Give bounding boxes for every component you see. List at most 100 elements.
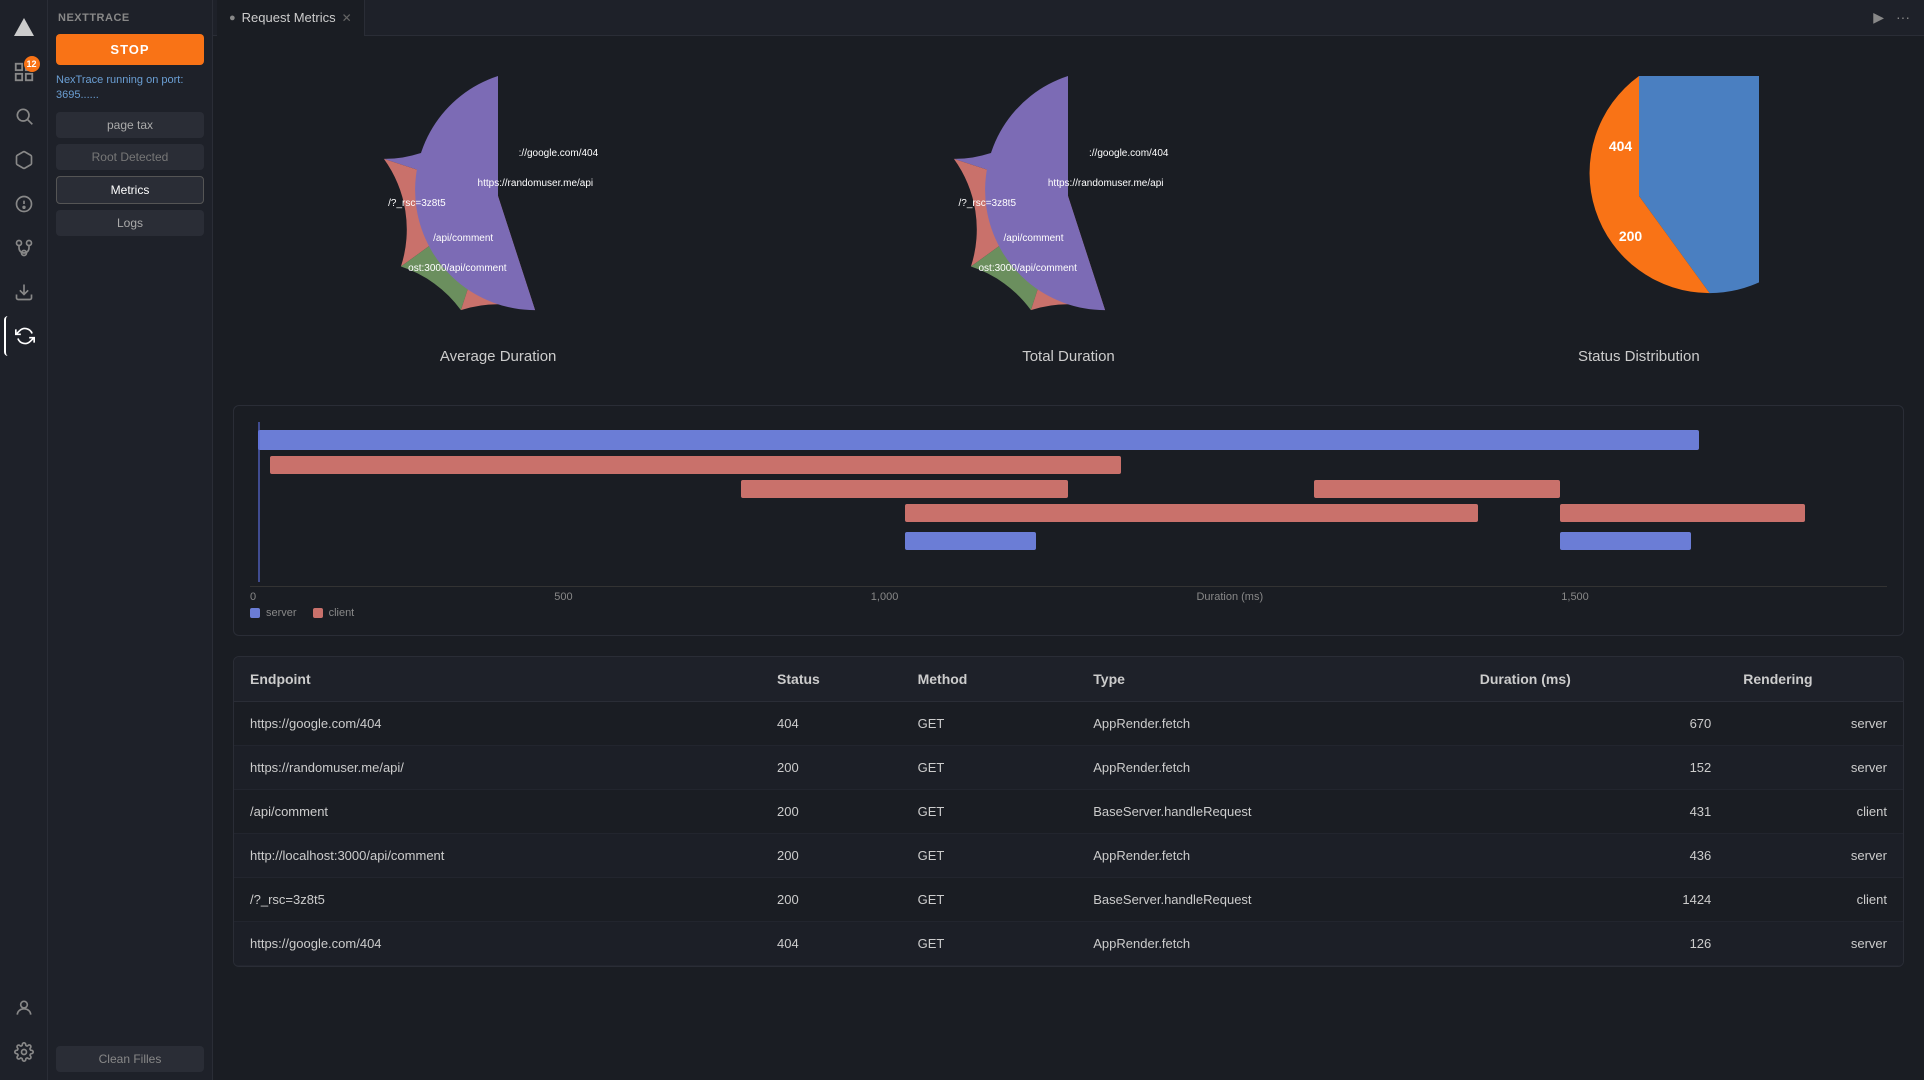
timeline-axis-line (258, 422, 260, 582)
legend-server-dot (250, 608, 260, 618)
table-row[interactable]: https://google.com/404 404 GET AppRender… (234, 702, 1903, 746)
axis-unit: Duration (ms) (1196, 591, 1263, 603)
cell-status: 200 (761, 790, 902, 834)
cell-rendering: server (1727, 702, 1903, 746)
header-method: Method (902, 657, 1078, 702)
cell-rendering: server (1727, 746, 1903, 790)
legend-client-dot (313, 608, 323, 618)
activity-bar-bottom (4, 988, 44, 1072)
root-detected-button[interactable]: Root Detected (56, 144, 204, 170)
cell-endpoint: /api/comment (234, 790, 761, 834)
timeline-legend: server client (250, 607, 1887, 619)
cell-method: GET (902, 790, 1078, 834)
request-metrics-tab[interactable]: ● Request Metrics ✕ (217, 0, 365, 36)
cell-status: 404 (761, 702, 902, 746)
cell-status: 200 (761, 834, 902, 878)
charts-section: ://google.com/404 /?_rsc=3z8t5 https://r… (233, 56, 1904, 385)
cell-endpoint: http://localhost:3000/api/comment (234, 834, 761, 878)
more-options-button[interactable]: ··· (1894, 7, 1912, 28)
cell-rendering: server (1727, 834, 1903, 878)
tab-bar: ● Request Metrics ✕ ▶ ··· (213, 0, 1924, 36)
tab-close-button[interactable]: ✕ (342, 11, 352, 25)
activity-search[interactable] (4, 96, 44, 136)
axis-label-1500: 1,500 (1561, 591, 1589, 603)
timeline-bar (1560, 532, 1691, 550)
timeline-bar (270, 456, 1121, 474)
cell-type: AppRender.fetch (1077, 702, 1464, 746)
table-row[interactable]: https://randomuser.me/api/ 200 GET AppRe… (234, 746, 1903, 790)
run-button[interactable]: ▶ (1871, 7, 1886, 28)
activity-extensions[interactable] (4, 140, 44, 180)
cell-type: AppRender.fetch (1077, 922, 1464, 966)
sidebar: NEXTTRACE STOP NexTrace running on port:… (48, 0, 213, 1080)
activity-bar: 12 (0, 0, 48, 1080)
sidebar-title: NEXTTRACE (56, 8, 204, 28)
legend-server: server (250, 607, 297, 619)
content-area: ://google.com/404 /?_rsc=3z8t5 https://r… (213, 36, 1924, 1080)
cell-endpoint: https://randomuser.me/api/ (234, 746, 761, 790)
activity-download[interactable] (4, 272, 44, 312)
cell-method: GET (902, 702, 1078, 746)
activity-source-control[interactable] (4, 228, 44, 268)
table-row[interactable]: /api/comment 200 GET BaseServer.handleRe… (234, 790, 1903, 834)
activity-sync[interactable] (4, 316, 44, 356)
cell-type: BaseServer.handleRequest (1077, 790, 1464, 834)
timeline-bar (258, 430, 1699, 450)
header-type: Type (1077, 657, 1464, 702)
activity-account[interactable] (4, 988, 44, 1028)
cell-duration: 670 (1464, 702, 1728, 746)
table-row[interactable]: /?_rsc=3z8t5 200 GET BaseServer.handleRe… (234, 878, 1903, 922)
activity-bar-top: 12 (4, 8, 44, 984)
timeline-bar (741, 480, 1068, 498)
cell-status: 200 (761, 878, 902, 922)
activity-logo (4, 8, 44, 48)
data-table-section: Endpoint Status Method Type Duration (ms… (233, 656, 1904, 967)
axis-label-1000: 1,000 (871, 591, 899, 603)
cell-duration: 1424 (1464, 878, 1728, 922)
cell-status: 200 (761, 746, 902, 790)
legend-client-label: client (329, 607, 355, 619)
cell-status: 404 (761, 922, 902, 966)
status-distribution-title: Status Distribution (1578, 348, 1700, 365)
timeline-bar (1314, 480, 1560, 498)
cell-method: GET (902, 922, 1078, 966)
cell-duration: 152 (1464, 746, 1728, 790)
cell-rendering: server (1727, 922, 1903, 966)
timeline-section: 0 500 1,000 Duration (ms) 1,500 server c… (233, 405, 1904, 636)
header-endpoint: Endpoint (234, 657, 761, 702)
cell-rendering: client (1727, 878, 1903, 922)
header-rendering: Rendering (1727, 657, 1903, 702)
timeline-axis: 0 500 1,000 Duration (ms) 1,500 (250, 586, 1887, 603)
average-duration-chart: ://google.com/404 /?_rsc=3z8t5 https://r… (378, 76, 618, 365)
activity-settings[interactable] (4, 1032, 44, 1072)
cell-duration: 126 (1464, 922, 1728, 966)
metrics-button[interactable]: Metrics (56, 176, 204, 204)
clean-filters-button[interactable]: Clean Filles (56, 1046, 204, 1072)
table-row[interactable]: https://google.com/404 404 GET AppRender… (234, 922, 1903, 966)
cell-method: GET (902, 746, 1078, 790)
page-tax-button[interactable]: page tax (56, 112, 204, 138)
stop-button[interactable]: STOP (56, 34, 204, 65)
total-duration-chart: ://google.com/404 /?_rsc=3z8t5 https://r… (948, 76, 1188, 365)
cell-type: AppRender.fetch (1077, 834, 1464, 878)
cell-rendering: client (1727, 790, 1903, 834)
table-row[interactable]: http://localhost:3000/api/comment 200 GE… (234, 834, 1903, 878)
axis-label-500: 500 (554, 591, 572, 603)
cell-type: AppRender.fetch (1077, 746, 1464, 790)
timeline-bar (1560, 504, 1806, 522)
cell-endpoint: https://google.com/404 (234, 922, 761, 966)
tab-actions: ▶ ··· (1871, 7, 1920, 28)
header-status: Status (761, 657, 902, 702)
running-info: NexTrace running on port: 3695...... (56, 71, 204, 106)
logs-button[interactable]: Logs (56, 210, 204, 236)
legend-server-label: server (266, 607, 297, 619)
tab-icon: ● (229, 12, 236, 24)
cell-endpoint: /?_rsc=3z8t5 (234, 878, 761, 922)
status-distribution-chart: 404 200 Status Distribution (1519, 76, 1759, 365)
avg-duration-title: Average Duration (440, 348, 556, 365)
activity-debug[interactable] (4, 184, 44, 224)
activity-explorer[interactable]: 12 (4, 52, 44, 92)
cell-duration: 436 (1464, 834, 1728, 878)
tab-label: Request Metrics (242, 10, 336, 25)
notification-badge: 12 (24, 56, 40, 72)
